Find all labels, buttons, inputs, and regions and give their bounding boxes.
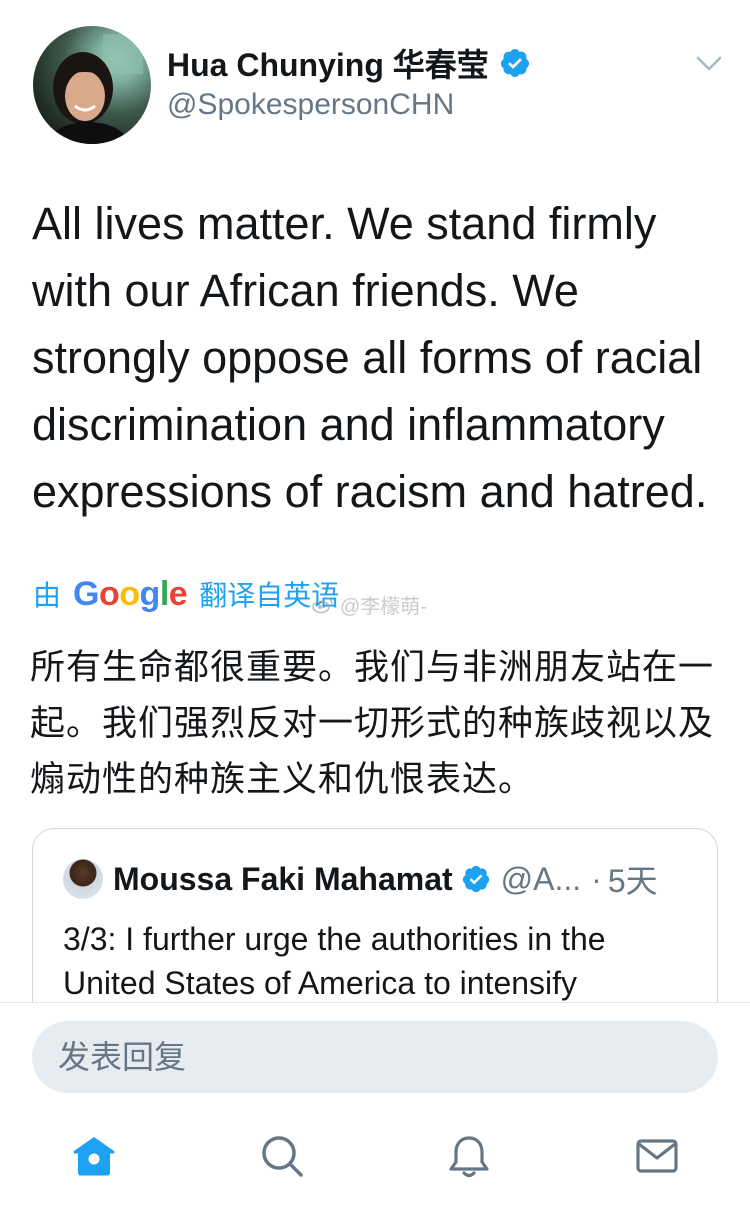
watermark-text: @李檬萌- — [340, 596, 427, 618]
mail-icon — [636, 1139, 678, 1173]
timestamp-separator: · — [591, 860, 602, 897]
author-name-row: Hua Chunying 华春莹 — [167, 43, 531, 83]
quoted-author-handle: @A... — [500, 860, 582, 897]
quoted-tweet-text: 3/3: I further urge the authorities in t… — [63, 921, 606, 1001]
verified-badge-icon — [500, 49, 529, 77]
quoted-tweet-header: Moussa Faki Mahamat @A... · 5天 — [63, 859, 658, 899]
google-logo: Google — [73, 574, 188, 613]
weibo-watermark: @李檬萌- — [312, 590, 427, 619]
tab-home[interactable] — [70, 1132, 118, 1180]
tweet-header: Hua Chunying 华春莹 @SpokespersonCHN — [0, 0, 750, 160]
home-icon — [73, 1137, 115, 1176]
author-handle[interactable]: @SpokespersonCHN — [167, 88, 454, 122]
translated-text: 所有生命都很重要。我们与非洲朋友站在一起。我们强烈反对一切形式的种族歧视以及煽动… — [30, 648, 715, 799]
verified-badge-icon — [462, 865, 489, 893]
translation-prefix: 由 — [33, 580, 62, 611]
quoted-author-avatar — [63, 859, 103, 899]
bell-icon — [449, 1136, 489, 1178]
tab-search[interactable] — [258, 1132, 306, 1180]
reply-input[interactable] — [32, 1021, 718, 1093]
author-avatar[interactable] — [33, 26, 151, 144]
quoted-author-name: Moussa Faki Mahamat — [113, 860, 453, 897]
tab-notifications[interactable] — [445, 1132, 493, 1180]
tab-messages[interactable] — [633, 1132, 681, 1180]
tweet-text: All lives matter. We stand firmly with o… — [32, 198, 708, 517]
search-icon — [262, 1136, 303, 1177]
quoted-tweet-time: 5天 — [607, 863, 658, 899]
translation-attribution[interactable]: 由 Google 翻译自英语 — [33, 574, 339, 614]
weibo-logo-icon — [312, 596, 333, 613]
chevron-down-icon[interactable] — [694, 50, 724, 76]
author-display-name[interactable]: Hua Chunying 华春莹 — [167, 40, 489, 86]
tweet-detail-screen: Hua Chunying 华春莹 @SpokespersonCHN All li… — [0, 0, 750, 1206]
